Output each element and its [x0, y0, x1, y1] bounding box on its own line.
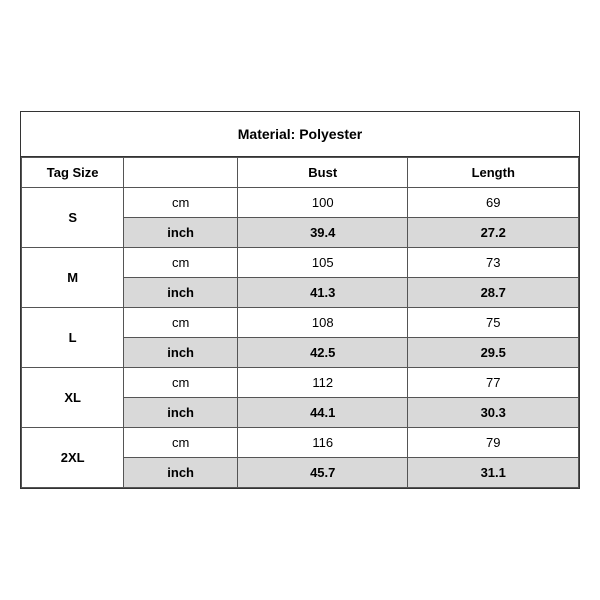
cm-bust-cell: 100: [237, 188, 408, 218]
inch-bust-cell: 39.4: [237, 218, 408, 248]
inch-length-cell: 30.3: [408, 398, 579, 428]
cm-length-cell: 73: [408, 248, 579, 278]
cm-length-cell: 75: [408, 308, 579, 338]
inch-length-cell: 28.7: [408, 278, 579, 308]
inch-bust-cell: 44.1: [237, 398, 408, 428]
inch-bust-cell: 41.3: [237, 278, 408, 308]
inch-unit-cell: inch: [124, 338, 238, 368]
table-row: XLcm11277: [22, 368, 579, 398]
cm-bust-cell: 108: [237, 308, 408, 338]
table-row: Lcm10875: [22, 308, 579, 338]
size-table: Tag Size Bust Length Scm10069inch39.427.…: [21, 157, 579, 488]
inch-bust-cell: 42.5: [237, 338, 408, 368]
cm-bust-cell: 105: [237, 248, 408, 278]
tag-size-header: Tag Size: [22, 158, 124, 188]
size-chart-container: Material: Polyester Tag Size Bust Length…: [20, 111, 580, 489]
size-cell: XL: [22, 368, 124, 428]
size-cell: S: [22, 188, 124, 248]
cm-unit-cell: cm: [124, 188, 238, 218]
cm-length-cell: 69: [408, 188, 579, 218]
cm-length-cell: 77: [408, 368, 579, 398]
table-header-row: Tag Size Bust Length: [22, 158, 579, 188]
size-cell: 2XL: [22, 428, 124, 488]
chart-title: Material: Polyester: [21, 112, 579, 157]
inch-unit-cell: inch: [124, 278, 238, 308]
inch-length-cell: 27.2: [408, 218, 579, 248]
inch-unit-cell: inch: [124, 218, 238, 248]
inch-unit-cell: inch: [124, 458, 238, 488]
cm-unit-cell: cm: [124, 428, 238, 458]
cm-unit-cell: cm: [124, 368, 238, 398]
inch-length-cell: 29.5: [408, 338, 579, 368]
table-row: Mcm10573: [22, 248, 579, 278]
size-cell: L: [22, 308, 124, 368]
inch-bust-cell: 45.7: [237, 458, 408, 488]
unit-col-header: [124, 158, 238, 188]
cm-bust-cell: 116: [237, 428, 408, 458]
inch-unit-cell: inch: [124, 398, 238, 428]
cm-unit-cell: cm: [124, 308, 238, 338]
cm-unit-cell: cm: [124, 248, 238, 278]
cm-length-cell: 79: [408, 428, 579, 458]
inch-length-cell: 31.1: [408, 458, 579, 488]
table-row: Scm10069: [22, 188, 579, 218]
size-cell: M: [22, 248, 124, 308]
table-row: 2XLcm11679: [22, 428, 579, 458]
bust-header: Bust: [237, 158, 408, 188]
cm-bust-cell: 112: [237, 368, 408, 398]
length-header: Length: [408, 158, 579, 188]
